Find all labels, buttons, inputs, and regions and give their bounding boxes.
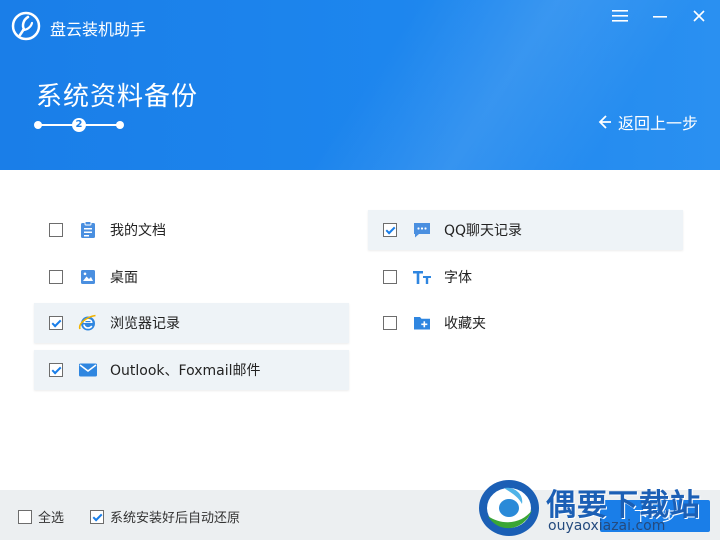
header-banner: 盘云装机助手 系统资料备份 2 返回上一步 <box>0 0 720 170</box>
back-button[interactable]: 返回上一步 <box>598 110 698 134</box>
option-mail[interactable]: Outlook、Foxmail邮件 <box>34 350 349 390</box>
option-label: 字体 <box>444 270 472 286</box>
option-label: Outlook、Foxmail邮件 <box>110 363 261 379</box>
option-favorites[interactable]: 收藏夹 <box>368 303 683 343</box>
app-name: 盘云装机助手 <box>50 20 147 39</box>
checkbox[interactable] <box>49 270 63 284</box>
favorites-folder-icon <box>412 313 432 333</box>
option-label: 桌面 <box>110 270 138 286</box>
checkbox[interactable] <box>18 509 32 524</box>
step-indicator: 2 <box>34 116 126 134</box>
menu-button[interactable] <box>606 6 634 26</box>
desktop-icon <box>78 267 98 287</box>
close-icon <box>693 10 705 22</box>
close-button[interactable] <box>685 6 713 26</box>
checkbox-checked[interactable] <box>90 509 104 524</box>
app-logo-icon <box>11 11 41 41</box>
watermark: 偶要下载站 ouyaoxiazai.com <box>474 474 720 540</box>
back-label: 返回上一步 <box>618 114 699 133</box>
watermark-logo-icon <box>479 480 539 536</box>
option-label: 浏览器记录 <box>110 316 180 332</box>
select-all-option[interactable]: 全选 <box>18 507 64 526</box>
step-dot <box>116 121 124 129</box>
select-all-label: 全选 <box>38 511 65 526</box>
minimize-icon <box>653 16 667 18</box>
option-qq-chat[interactable]: QQ聊天记录 <box>368 210 683 250</box>
checkbox[interactable] <box>49 223 63 237</box>
option-label: 我的文档 <box>110 223 166 239</box>
options-panel: 我的文档 桌面 浏览器记录 Outlook、Foxmail邮件 QQ聊天记录 字… <box>0 170 720 490</box>
checkbox-checked[interactable] <box>49 363 63 377</box>
option-label: 收藏夹 <box>444 316 486 332</box>
checkbox[interactable] <box>383 316 397 330</box>
option-browser-history[interactable]: 浏览器记录 <box>34 303 349 343</box>
checkbox-checked[interactable] <box>49 316 63 330</box>
option-fonts[interactable]: 字体 <box>368 257 683 297</box>
arrow-left-icon <box>598 115 611 129</box>
mail-icon <box>78 360 98 380</box>
auto-restore-option[interactable]: 系统安装好后自动还原 <box>90 507 240 526</box>
option-desktop[interactable]: 桌面 <box>34 257 349 297</box>
option-label: QQ聊天记录 <box>444 223 523 239</box>
watermark-url: ouyaoxiazai.com <box>548 518 666 534</box>
auto-restore-label: 系统安装好后自动还原 <box>110 511 241 526</box>
option-my-documents[interactable]: 我的文档 <box>34 210 349 250</box>
hamburger-icon <box>612 10 628 22</box>
minimize-button[interactable] <box>646 6 674 26</box>
document-icon <box>78 220 98 240</box>
checkbox[interactable] <box>383 270 397 284</box>
checkbox-checked[interactable] <box>383 223 397 237</box>
page-title: 系统资料备份 <box>36 82 199 112</box>
chat-icon <box>412 220 432 240</box>
font-icon <box>412 267 432 287</box>
ie-browser-icon <box>78 313 98 333</box>
